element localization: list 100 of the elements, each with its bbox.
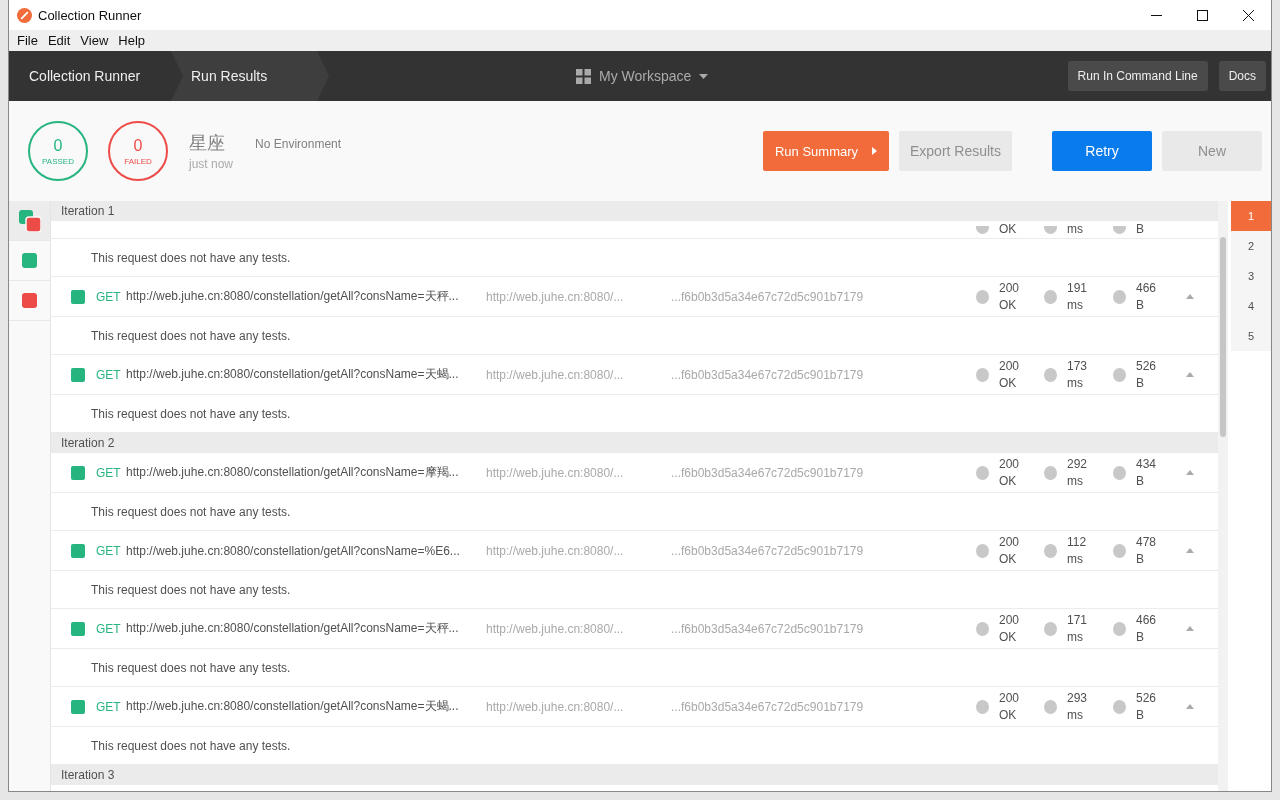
caret-icon[interactable] — [1186, 372, 1194, 377]
passed-counter: 0 PASSED — [28, 121, 88, 181]
status-dot — [976, 621, 989, 636]
passed-icon — [22, 253, 37, 268]
no-tests-message: This request does not have any tests. — [91, 250, 291, 265]
time-dot — [1044, 543, 1057, 558]
breadcrumb-tab[interactable]: Run Results — [171, 51, 329, 101]
time-text: 171 ms — [1067, 611, 1089, 646]
status-dot — [976, 699, 989, 714]
status-text: 200 OK — [999, 689, 1021, 724]
request-id: ...f6b0b3d5a34e67c72d5c901b7179 — [671, 699, 865, 714]
caret-icon[interactable] — [1186, 294, 1194, 299]
size-text: 434 B — [1136, 455, 1158, 490]
filter-tab[interactable] — [9, 201, 50, 241]
resolved-url: http://web.juhe.cn:8080/... — [486, 465, 625, 480]
caret-icon[interactable] — [1186, 704, 1194, 709]
method-label: GET — [96, 621, 122, 636]
request-id: ...f6b0b3d5a34e67c72d5c901b7179 — [671, 289, 865, 304]
status-text: 200 OK — [999, 533, 1021, 568]
request-id: ...f6b0b3d5a34e67c72d5c901b7179 — [671, 543, 865, 558]
failed-counter: 0 FAILED — [108, 121, 168, 181]
time-text: 191 ms — [1067, 279, 1089, 314]
status-text: 200 OK — [999, 357, 1021, 392]
failed-icon — [22, 293, 37, 308]
request-row[interactable]: GET http://web.juhe.cn:8080/constellation/getAll?consName=天蝎... http://web.juhe.cn:8080/... ...f6b0b3d5a34e67c72d5c901b7179 200 OK 173 ms 526 B — [51, 355, 1218, 395]
status-dot — [976, 543, 989, 558]
scrollbar[interactable] — [1218, 201, 1228, 791]
caret-icon[interactable] — [1186, 626, 1194, 631]
time-text: 292 ms — [1067, 455, 1089, 490]
request-row[interactable]: GET http://web.juhe.cn:8080/constellation/getAll?consName=天秤... http://web.juhe.cn:8080/... ...f6b0b3d5a34e67c72d5c901b7179 200 OK 191 ms 466 B — [51, 277, 1218, 317]
size-dot — [1113, 289, 1126, 304]
size-text: 478 B — [1136, 533, 1158, 568]
app-logo-icon — [17, 7, 32, 23]
grid-icon — [576, 68, 591, 84]
request-row[interactable]: GET http://web.juhe.cn:8080/constellation/getAll?consName=%E6... http://web.juhe.cn:8080/... ...f6b0b3d5a34e67c72d5c901b7179 200 OK 112 ms 478 B — [51, 531, 1218, 571]
time-text: 112 ms — [1067, 533, 1088, 568]
no-tests-message: This request does not have any tests. — [91, 660, 291, 675]
menu-item[interactable]: View — [76, 33, 113, 48]
request-row[interactable]: GET http://web.juhe.cn:8080/constellation/getAll?consName=天蝎... http://web.juhe.cn:8080/... ...f6b0b3d5a34e67c72d5c901b7179 200 OK 293 ms 526 B — [51, 687, 1218, 727]
iteration-tab[interactable]: 4 — [1231, 291, 1271, 321]
menu-item[interactable]: File — [13, 33, 42, 48]
close-icon — [1242, 9, 1254, 21]
size-text: 526 B — [1136, 357, 1158, 392]
method-label: GET — [96, 367, 122, 382]
method-label: GET — [96, 543, 122, 558]
size-text: B — [1136, 221, 1145, 238]
caret-icon[interactable] — [1186, 548, 1194, 553]
status-dot — [976, 289, 989, 304]
status-text: 200 OK — [999, 279, 1021, 314]
request-url: http://web.juhe.cn:8080/constellation/getAll?consName=天秤... — [126, 620, 460, 637]
iteration-tab[interactable]: 5 — [1231, 321, 1271, 351]
time-text: 173 ms — [1067, 357, 1089, 392]
time-dot — [1044, 621, 1057, 636]
time-dot — [1044, 289, 1057, 304]
request-row[interactable]: GET http://web.juhe.cn:8080/constellation/getAll?consName=天秤... http://web.juhe.cn:8080/... ...f6b0b3d5a34e67c72d5c901b7179 200 OK 171 ms 466 B — [51, 609, 1218, 649]
menu-item[interactable]: Help — [114, 33, 150, 48]
menu-item[interactable]: Edit — [43, 33, 75, 48]
resolved-url: http://web.juhe.cn:8080/... — [486, 543, 625, 558]
caret-icon — [699, 73, 709, 79]
no-tests-message: This request does not have any tests. — [91, 582, 291, 597]
request-id: ...f6b0b3d5a34e67c72d5c901b7179 — [671, 621, 865, 636]
workspace-selector[interactable]: My Workspace — [570, 51, 715, 101]
resolved-url: http://web.juhe.cn:8080/... — [486, 289, 625, 304]
header-button[interactable]: Docs — [1218, 61, 1266, 91]
iteration-tab[interactable]: 3 — [1231, 261, 1271, 291]
collection-name: 星座 — [189, 131, 226, 155]
request-row[interactable]: GET http://web.juhe.cn:8080/constellation/getAll?consName=摩羯... http://web.juhe.cn:8080/... ...f6b0b3d5a34e67c72d5c901b7179 200 OK 292 ms 434 B — [51, 453, 1218, 493]
iteration-tab[interactable]: 2 — [1231, 231, 1271, 261]
run-time: just now — [189, 157, 234, 171]
size-text: 526 B — [1136, 689, 1158, 724]
caret-icon[interactable] — [1186, 470, 1194, 475]
header-button[interactable]: Run In Command Line — [1067, 61, 1208, 91]
method-label: GET — [96, 289, 122, 304]
size-dot — [1113, 543, 1126, 558]
request-url: http://web.juhe.cn:8080/constellation/getAll?consName=%E6... — [126, 543, 461, 558]
request-url: http://web.juhe.cn:8080/constellation/getAll?consName=天蝎... — [126, 698, 460, 715]
size-dot — [1113, 465, 1126, 480]
action-button[interactable]: Retry — [1052, 131, 1152, 171]
status-text: 200 OK — [999, 455, 1021, 490]
iteration-header: Iteration 2 — [51, 433, 1218, 453]
request-id: ...f6b0b3d5a34e67c72d5c901b7179 — [671, 465, 865, 480]
size-text: 466 B — [1136, 611, 1158, 646]
no-tests-message: This request does not have any tests. — [91, 328, 291, 343]
time-text: ms — [1067, 221, 1084, 238]
time-dot — [1044, 367, 1057, 382]
environment-label: No Environment — [255, 137, 342, 151]
method-label: GET — [96, 465, 122, 480]
iteration-header: Iteration 3 — [51, 765, 1218, 785]
no-tests-message: This request does not have any tests. — [91, 738, 291, 753]
size-dot — [1113, 367, 1126, 382]
request-row[interactable]: OK ms B — [51, 221, 1218, 239]
status-text: OK — [999, 221, 1018, 238]
no-tests-message: This request does not have any tests. — [91, 406, 291, 421]
method-label: GET — [96, 699, 122, 714]
request-url: http://web.juhe.cn:8080/constellation/getAll?consName=天蝎... — [126, 366, 460, 383]
iteration-header: Iteration 1 — [51, 201, 1218, 221]
passed-failed-icon — [18, 209, 41, 232]
time-dot — [1044, 699, 1057, 714]
status-dot — [976, 465, 989, 480]
time-dot — [1044, 465, 1057, 480]
